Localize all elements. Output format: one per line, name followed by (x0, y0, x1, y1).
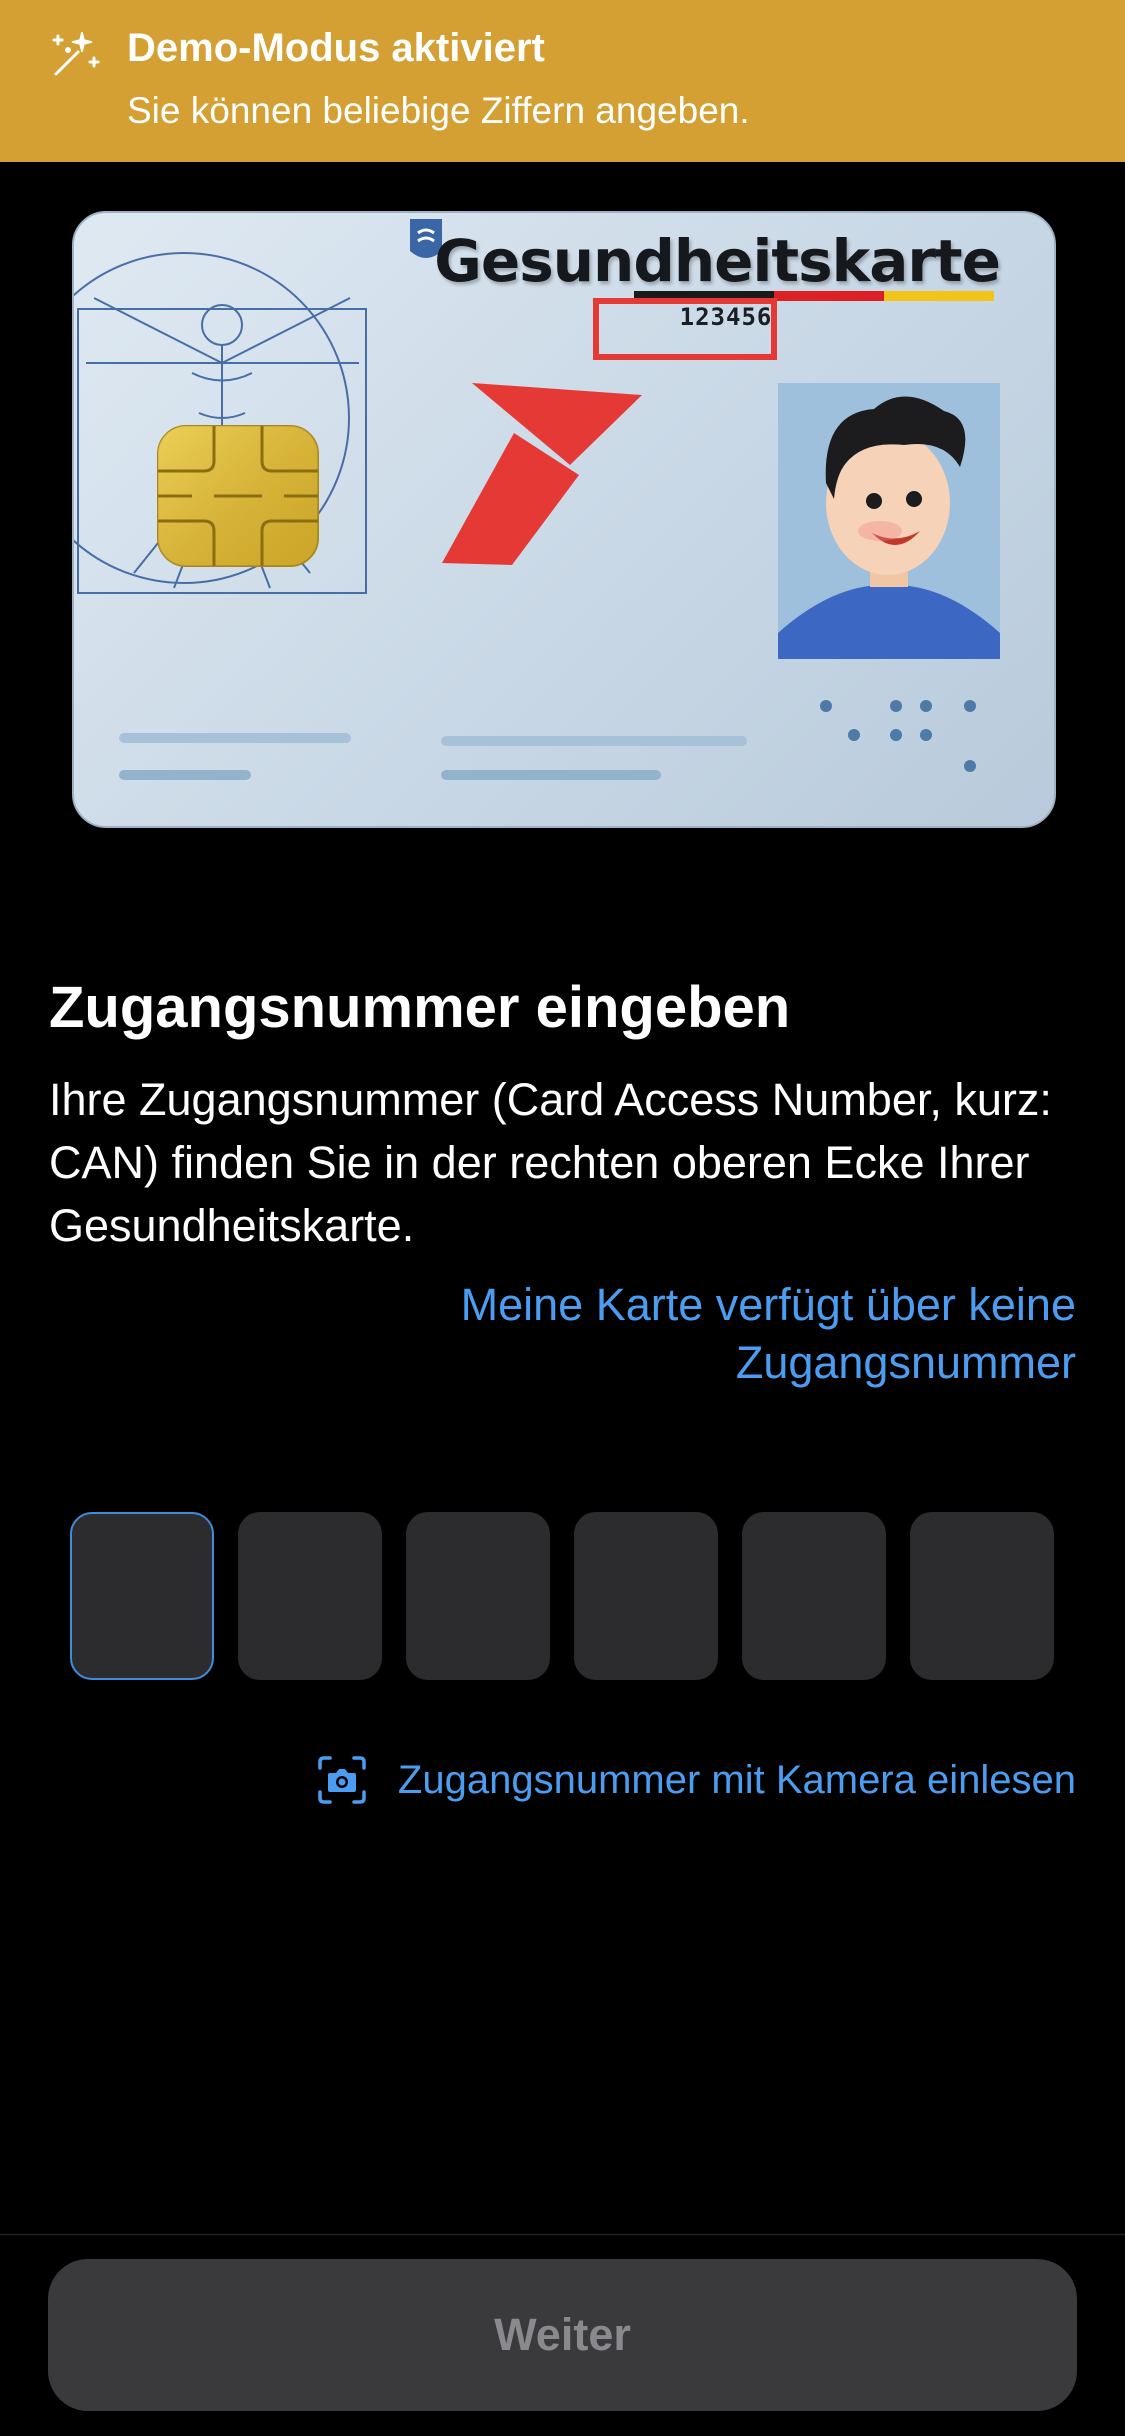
camera-link-label: Zugangsnummer mit Kamera einlesen (397, 1757, 1076, 1802)
can-digit-field[interactable] (910, 1512, 1054, 1680)
card-can-number: 123456 (679, 303, 773, 331)
card-artwork (74, 219, 1000, 780)
decorative-dots (820, 700, 976, 772)
can-description: Ihre Zugangsnummer (Card Access Number, … (49, 1074, 1052, 1251)
can-digit-field[interactable] (574, 1512, 718, 1680)
photo-portrait (778, 383, 1000, 659)
camera-scan-icon (318, 1756, 366, 1804)
can-digit-field[interactable] (70, 1512, 214, 1680)
banner-title: Demo-Modus aktiviert (127, 26, 545, 70)
continue-button[interactable]: Weiter (48, 2259, 1077, 2411)
banner-text: Sie können beliebige Ziffern angeben. (127, 90, 750, 131)
card-title: Gesundheitskarte (434, 227, 1001, 295)
can-digit-field[interactable] (238, 1512, 382, 1680)
card-text-lines (119, 733, 747, 780)
no-can-link[interactable]: Meine Karte verfügt über keine Zugangsnu… (316, 1276, 1076, 1392)
can-input-fields[interactable] (70, 1512, 1056, 1680)
can-digit-field[interactable] (742, 1512, 886, 1680)
magic-wand-icon (52, 31, 100, 76)
scan-can-with-camera-link[interactable]: Zugangsnummer mit Kamera einlesen (316, 1750, 1076, 1810)
can-digit-field[interactable] (406, 1512, 550, 1680)
card-chip (157, 425, 319, 567)
health-card-illustration: Gesundheitskarte 123456 (72, 211, 1056, 828)
page-title: Zugangsnummer eingeben (49, 975, 791, 1040)
demo-mode-banner: Demo-Modus aktiviert Sie können beliebig… (0, 0, 1125, 162)
red-arrow-graphic (442, 383, 642, 565)
footer-divider (0, 2234, 1125, 2235)
